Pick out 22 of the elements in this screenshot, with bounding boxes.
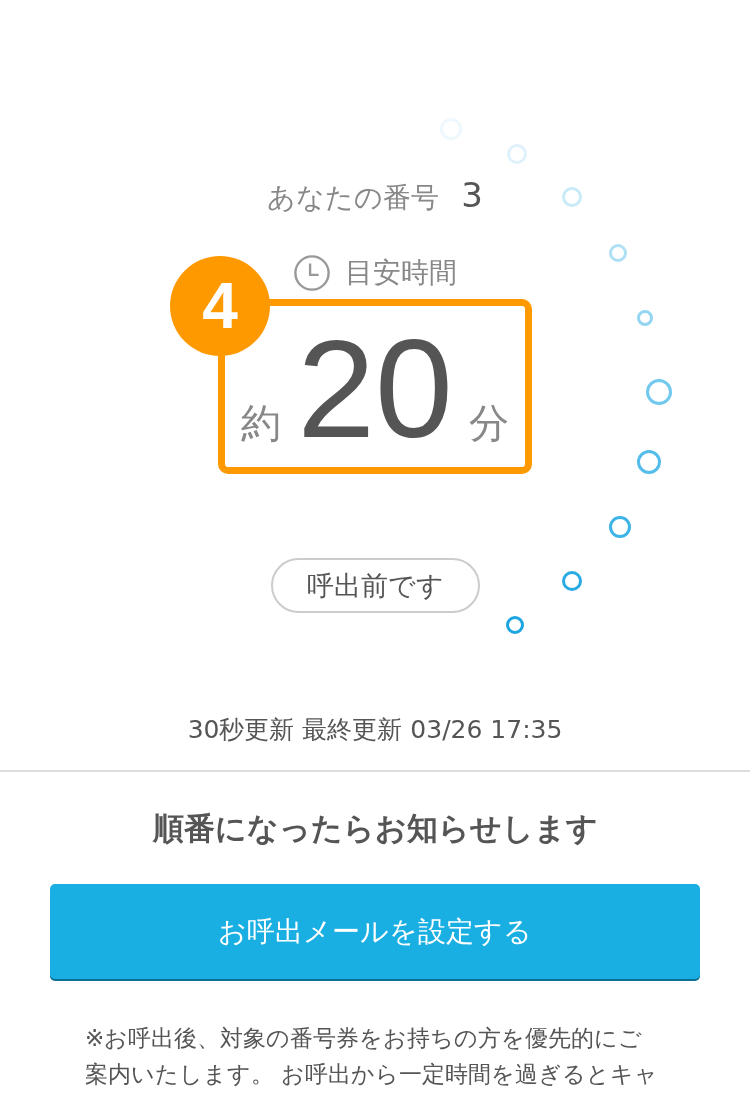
approx-label: 約 [241, 399, 282, 448]
update-info: 30秒更新 最終更新 03/26 17:35 [187, 714, 563, 746]
spinner-dot [506, 616, 524, 634]
clock-icon [293, 254, 331, 292]
set-mail-button[interactable]: お呼出メールを設定する [50, 884, 700, 979]
notice-text: ※お呼出後、対象の番号券をお持ちの方を優先的にご案内いたします。 お呼出から一定時間を過ぎるとキャ [85, 1024, 660, 1089]
queue-number: 3 [461, 175, 483, 215]
spinner-dot [637, 310, 653, 326]
spinner-dot [637, 450, 661, 474]
minutes-unit: 分 [468, 399, 509, 448]
number-label: あなたの番号 [267, 180, 440, 216]
spinner-dot [562, 571, 582, 591]
spinner-dot [609, 244, 627, 262]
notify-heading: 順番になったらお知らせします [152, 809, 598, 848]
step-badge: 4 [170, 256, 270, 356]
spinner-dot [646, 379, 672, 405]
status-badge: 呼出前です [270, 558, 480, 613]
wait-minutes: 20 [297, 314, 453, 464]
spinner-dot [507, 144, 527, 164]
spinner-dot [562, 187, 582, 207]
estimate-label: 目安時間 [345, 255, 457, 291]
spinner-dot [609, 516, 631, 538]
